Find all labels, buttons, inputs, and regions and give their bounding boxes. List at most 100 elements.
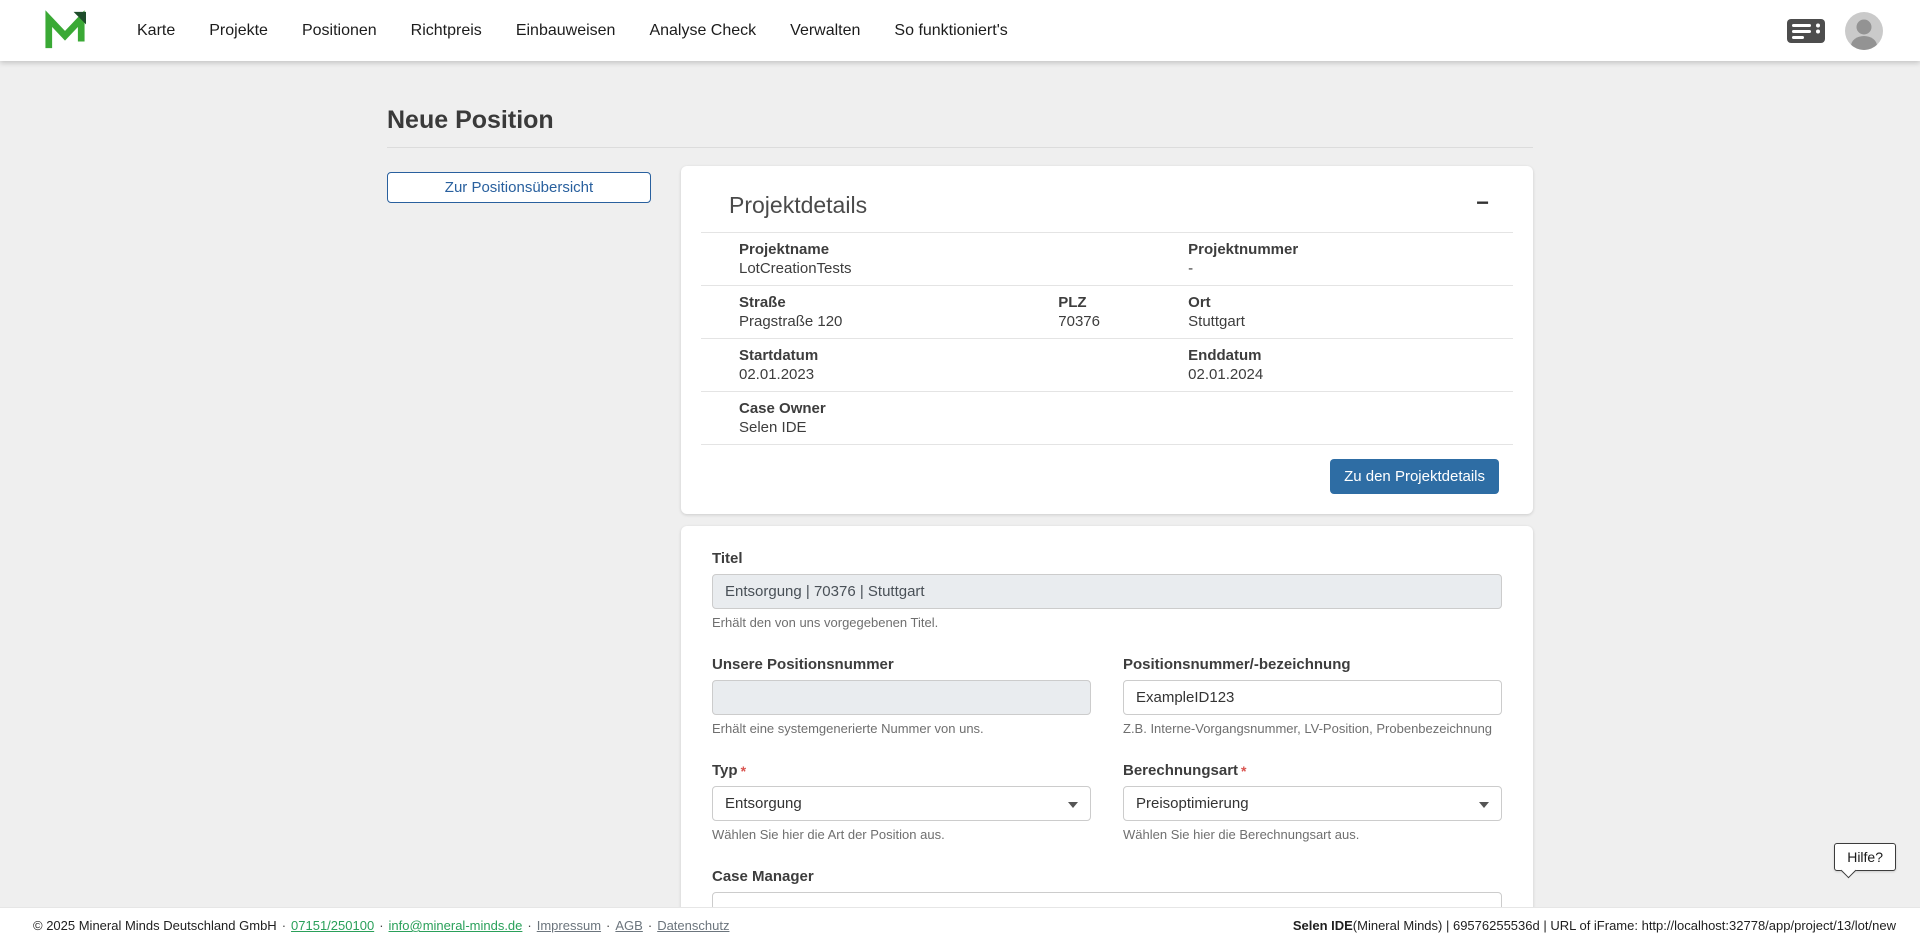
main-nav: Karte Projekte Positionen Richtpreis Ein… — [120, 0, 1025, 61]
footer: © 2025 Mineral Minds Deutschland GmbH · … — [0, 907, 1920, 943]
startdatum-label: Startdatum — [739, 346, 1182, 365]
titel-field-group: Titel Erhält den von uns vorgegebenen Ti… — [712, 550, 1502, 630]
chevron-down-icon — [1479, 802, 1489, 808]
separator-dot: · — [282, 918, 286, 933]
enddatum-cell: Enddatum 02.01.2024 — [1188, 339, 1513, 392]
projektnummer-value: - — [1188, 259, 1507, 278]
positionsnummer-field-group: Positionsnummer/-bezeichnung Z.B. Intern… — [1123, 656, 1502, 736]
nav-item-positionen[interactable]: Positionen — [285, 0, 394, 61]
unsere-positionsnummer-label: Unsere Positionsnummer — [712, 656, 1091, 674]
ort-value: Stuttgart — [1188, 312, 1507, 331]
collapse-minus-icon[interactable]: − — [1476, 190, 1489, 216]
unsere-positionsnummer-input[interactable] — [712, 680, 1091, 715]
projektname-label: Projektname — [739, 240, 1182, 259]
projektnummer-label: Projektnummer — [1188, 240, 1507, 259]
person-icon — [1844, 11, 1884, 51]
berechnungsart-select-value: Preisoptimierung — [1136, 795, 1249, 812]
startdatum-cell: Startdatum 02.01.2023 — [701, 339, 1188, 392]
unsere-positionsnummer-field-group: Unsere Positionsnummer Erhält eine syste… — [712, 656, 1091, 736]
table-row: Straße Pragstraße 120 PLZ 70376 Ort Stut… — [701, 286, 1513, 339]
ort-cell: Ort Stuttgart — [1188, 286, 1513, 339]
footer-left: © 2025 Mineral Minds Deutschland GmbH · … — [33, 918, 729, 933]
title-divider — [387, 147, 1533, 148]
typ-field-group: Typ* Entsorgung Wählen Sie hier die Art … — [712, 762, 1091, 842]
table-row: Case Owner Selen IDE — [701, 392, 1513, 445]
page-title: Neue Position — [387, 105, 1533, 135]
separator-dot: · — [606, 918, 610, 933]
datenschutz-link[interactable]: Datenschutz — [657, 918, 729, 933]
nav-item-so-funktionierts[interactable]: So funktioniert's — [877, 0, 1024, 61]
logo-icon — [44, 10, 86, 52]
case-owner-cell: Case Owner Selen IDE — [701, 392, 1513, 445]
left-column: Zur Positionsübersicht — [387, 166, 651, 203]
nav-item-karte[interactable]: Karte — [120, 0, 192, 61]
copyright-text: © 2025 Mineral Minds Deutschland GmbH — [33, 918, 277, 933]
plz-cell: PLZ 70376 — [1058, 286, 1188, 339]
unsere-positionsnummer-help-text: Erhält eine systemgenerierte Nummer von … — [712, 721, 1091, 736]
plz-value: 70376 — [1058, 312, 1182, 331]
separator-dot: · — [379, 918, 383, 933]
session-details: (Mineral Minds) | 69576255536d | URL of … — [1353, 918, 1896, 933]
case-owner-value: Selen IDE — [739, 418, 1507, 437]
positionsnummer-label: Positionsnummer/-bezeichnung — [1123, 656, 1502, 674]
main-content: Neue Position Zur Positionsübersicht Pro… — [0, 61, 1920, 943]
required-asterisk: * — [741, 763, 746, 779]
mineral-minds-logo[interactable] — [44, 10, 86, 52]
enddatum-label: Enddatum — [1188, 346, 1507, 365]
typ-help-text: Wählen Sie hier die Art der Position aus… — [712, 827, 1091, 842]
user-avatar[interactable] — [1844, 11, 1884, 51]
ort-label: Ort — [1188, 293, 1507, 312]
typ-label: Typ* — [712, 762, 1091, 780]
berechnungsart-select[interactable]: Preisoptimierung — [1123, 786, 1502, 821]
position-form-card: Titel Erhält den von uns vorgegebenen Ti… — [681, 526, 1533, 943]
positionsnummer-help-text: Z.B. Interne-Vorgangsnummer, LV-Position… — [1123, 721, 1502, 736]
navbar-right — [1786, 11, 1884, 51]
project-details-link-button[interactable]: Zu den Projektdetails — [1330, 459, 1499, 494]
nav-item-verwalten[interactable]: Verwalten — [773, 0, 877, 61]
nav-item-projekte[interactable]: Projekte — [192, 0, 285, 61]
help-button-label: Hilfe? — [1847, 849, 1883, 865]
separator-dot: · — [648, 918, 652, 933]
project-details-title: Projektdetails — [729, 190, 867, 220]
titel-help-text: Erhält den von uns vorgegebenen Titel. — [712, 615, 1502, 630]
right-column: Projektdetails − Projektname LotCreation… — [681, 166, 1533, 943]
projektname-value: LotCreationTests — [739, 259, 1182, 278]
case-owner-label: Case Owner — [739, 399, 1507, 418]
content-container: Neue Position Zur Positionsübersicht Pro… — [387, 61, 1533, 943]
table-row: Startdatum 02.01.2023 Enddatum 02.01.202… — [701, 339, 1513, 392]
berechnungsart-help-text: Wählen Sie hier die Berechnungsart aus. — [1123, 827, 1502, 842]
session-user: Selen IDE — [1293, 918, 1353, 933]
typ-select-value: Entsorgung — [725, 795, 802, 812]
phone-link[interactable]: 07151/250100 — [291, 918, 374, 933]
strasse-cell: Straße Pragstraße 120 — [701, 286, 1058, 339]
server-icon[interactable] — [1786, 18, 1826, 44]
agb-link[interactable]: AGB — [615, 918, 642, 933]
strasse-value: Pragstraße 120 — [739, 312, 1052, 331]
table-row: Projektname LotCreationTests Projektnumm… — [701, 233, 1513, 286]
positionsnummer-input[interactable] — [1123, 680, 1502, 715]
strasse-label: Straße — [739, 293, 1052, 312]
case-manager-label: Case Manager — [712, 868, 1502, 886]
project-details-card: Projektdetails − Projektname LotCreation… — [681, 166, 1533, 514]
top-navbar: Karte Projekte Positionen Richtpreis Ein… — [0, 0, 1920, 61]
nav-item-einbauweisen[interactable]: Einbauweisen — [499, 0, 633, 61]
impressum-link[interactable]: Impressum — [537, 918, 601, 933]
berechnungsart-field-group: Berechnungsart* Preisoptimierung Wählen … — [1123, 762, 1502, 842]
berechnungsart-label-text: Berechnungsart — [1123, 762, 1238, 779]
titel-input[interactable] — [712, 574, 1502, 609]
titel-label: Titel — [712, 550, 1502, 568]
nav-item-analyse-check[interactable]: Analyse Check — [632, 0, 773, 61]
positions-overview-button[interactable]: Zur Positionsübersicht — [387, 172, 651, 203]
footer-session-info: Selen IDE (Mineral Minds) | 69576255536d… — [1293, 918, 1896, 933]
typ-label-text: Typ — [712, 762, 738, 779]
required-asterisk: * — [1241, 763, 1246, 779]
plz-label: PLZ — [1058, 293, 1182, 312]
projektnummer-cell: Projektnummer - — [1188, 233, 1513, 286]
chevron-down-icon — [1068, 802, 1078, 808]
typ-select[interactable]: Entsorgung — [712, 786, 1091, 821]
email-link[interactable]: info@mineral-minds.de — [389, 918, 523, 933]
separator-dot: · — [527, 918, 531, 933]
enddatum-value: 02.01.2024 — [1188, 365, 1507, 384]
help-button[interactable]: Hilfe? — [1834, 843, 1896, 871]
nav-item-richtpreis[interactable]: Richtpreis — [394, 0, 499, 61]
